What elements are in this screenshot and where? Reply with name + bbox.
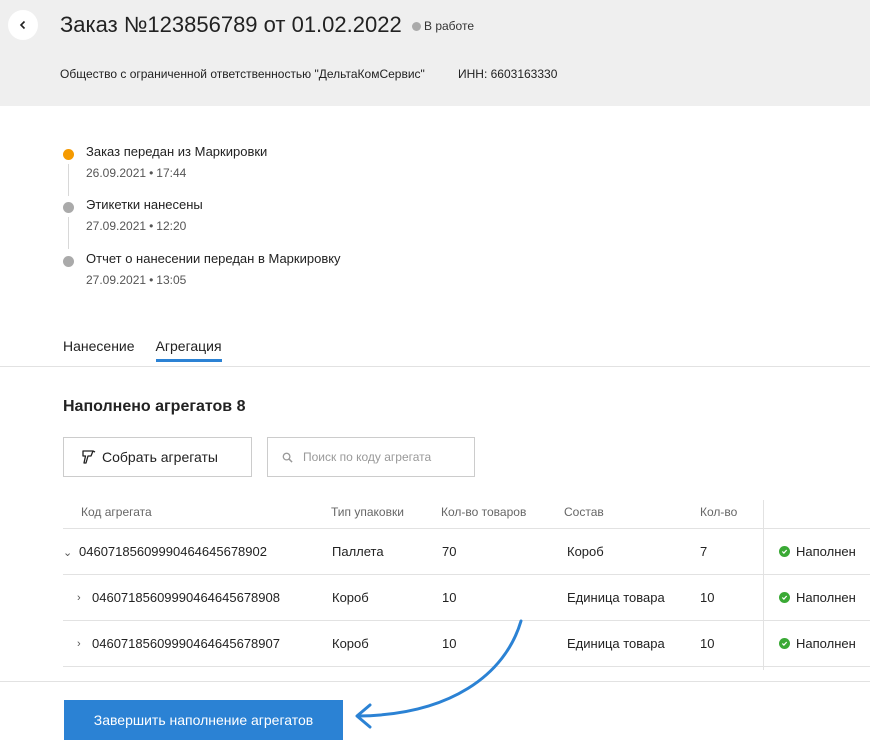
- order-header: Заказ №123856789 от 01.02.2022 В работе …: [0, 0, 870, 106]
- row-divider: [63, 666, 870, 667]
- status-label: В работе: [424, 19, 475, 33]
- cell-pack-type: Паллета: [332, 544, 384, 559]
- status-badge: В работе: [412, 19, 474, 33]
- timeline-connector: [68, 217, 69, 249]
- tab-application[interactable]: Нанесение: [63, 338, 135, 362]
- status-dot-icon: [412, 21, 421, 31]
- table-row[interactable]: ⌄ 04607185609990464645678902 Паллета 70 …: [63, 529, 870, 575]
- cell-qty: 10: [700, 590, 715, 605]
- cell-content: Единица товара: [567, 590, 665, 605]
- chevron-down-icon[interactable]: ⌄: [63, 546, 72, 559]
- search-icon: [282, 452, 293, 463]
- cell-status: Наполнен: [779, 544, 856, 559]
- cell-qty: 7: [700, 544, 708, 559]
- tabs-divider: [0, 366, 870, 367]
- timeline-item-date: 27.09.2021 • 13:05: [86, 273, 187, 287]
- back-button[interactable]: [8, 10, 38, 40]
- search-input[interactable]: [303, 450, 463, 464]
- column-header-code: Код агрегата: [81, 505, 152, 519]
- cell-qty: 10: [700, 636, 715, 651]
- cell-goods-count: 10: [442, 590, 457, 605]
- cell-goods-count: 10: [442, 636, 457, 651]
- check-circle-icon: [779, 638, 790, 649]
- timeline-dot-icon: [63, 256, 74, 267]
- timeline-item-title: Отчет о нанесении передан в Маркировку: [86, 251, 341, 266]
- status-text: Наполнен: [796, 590, 856, 605]
- cell-code: 04607185609990464645678902: [79, 544, 267, 559]
- status-text: Наполнен: [796, 544, 856, 559]
- cell-code: 04607185609990464645678907: [92, 636, 280, 651]
- cell-content: Единица товара: [567, 636, 665, 651]
- timeline-item-date: 27.09.2021 • 12:20: [86, 219, 187, 233]
- column-header-content: Состав: [564, 505, 604, 519]
- timeline-item-title: Этикетки нанесены: [86, 197, 203, 212]
- column-header-goods-count: Кол-во товаров: [441, 505, 527, 519]
- cell-code: 04607185609990464645678908: [92, 590, 280, 605]
- tab-aggregation[interactable]: Агрегация: [155, 338, 222, 362]
- scanner-icon: [82, 450, 96, 464]
- company-name: Общество с ограниченной ответственностью…: [60, 67, 425, 81]
- cell-goods-count: 70: [442, 544, 457, 559]
- chevron-right-icon[interactable]: ›: [77, 592, 81, 604]
- cell-status: Наполнен: [779, 636, 856, 651]
- timeline-dot-icon: [63, 149, 74, 160]
- collect-aggregates-button[interactable]: Собрать агрегаты: [63, 437, 252, 477]
- check-circle-icon: [779, 592, 790, 603]
- chevron-left-icon: [19, 20, 26, 30]
- cell-pack-type: Короб: [332, 636, 369, 651]
- table-row[interactable]: › 04607185609990464645678908 Короб 10 Ед…: [63, 575, 870, 621]
- timeline-item-title: Заказ передан из Маркировки: [86, 144, 268, 159]
- tab-bar: Нанесение Агрегация: [63, 338, 243, 362]
- cell-status: Наполнен: [779, 590, 856, 605]
- status-text: Наполнен: [796, 636, 856, 651]
- section-title: Наполнено агрегатов 8: [63, 398, 246, 415]
- search-box: [267, 437, 475, 477]
- table-row[interactable]: › 04607185609990464645678907 Короб 10 Ед…: [63, 621, 870, 667]
- cell-content: Короб: [567, 544, 604, 559]
- chevron-right-icon[interactable]: ›: [77, 638, 81, 650]
- column-header-pack-type: Тип упаковки: [331, 505, 404, 519]
- collect-aggregates-label: Собрать агрегаты: [102, 449, 218, 465]
- timeline-connector: [68, 164, 69, 196]
- timeline-dot-icon: [63, 202, 74, 213]
- check-circle-icon: [779, 546, 790, 557]
- page-title: Заказ №123856789 от 01.02.2022: [60, 12, 402, 37]
- finish-aggregation-button[interactable]: Завершить наполнение агрегатов: [64, 700, 343, 740]
- company-inn: ИНН: 6603163330: [458, 67, 558, 81]
- column-header-qty: Кол-во: [700, 505, 738, 519]
- cell-pack-type: Короб: [332, 590, 369, 605]
- timeline-item-date: 26.09.2021 • 17:44: [86, 166, 187, 180]
